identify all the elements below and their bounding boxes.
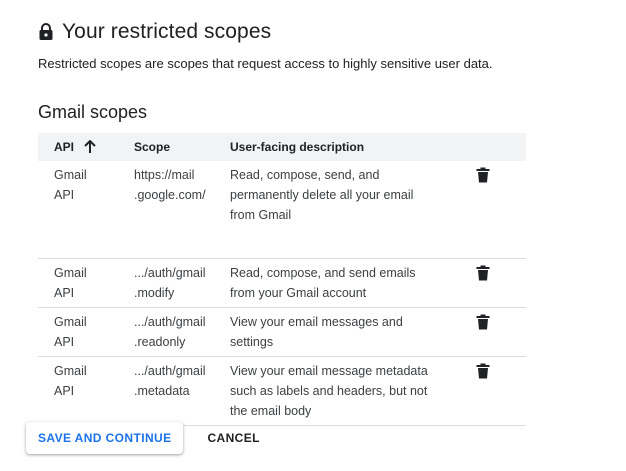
cell-description: Read, compose, send, and permanently del… [230, 161, 474, 258]
cell-scope: https://mail .google.com/ [118, 161, 230, 258]
cell-action [474, 357, 526, 425]
cell-api: Gmail API [38, 259, 118, 307]
cell-description-line: the email body [230, 404, 312, 418]
cell-description-line: View your email message metadata [230, 364, 428, 378]
cell-description-line: settings [230, 335, 274, 349]
trash-icon[interactable] [476, 167, 490, 183]
scopes-table: API Scope User-facing description Gmail … [38, 133, 526, 426]
cell-api-line: Gmail [54, 364, 87, 378]
cell-action [474, 308, 526, 356]
lock-icon [38, 23, 54, 41]
cell-scope-line: .metadata [134, 384, 190, 398]
column-header-api[interactable]: API [38, 140, 118, 154]
cell-scope: .../auth/gmail .metadata [118, 357, 230, 425]
page-subtitle: Restricted scopes are scopes that reques… [38, 56, 493, 71]
table-row: Gmail API .../auth/gmail .modify Read, c… [38, 259, 526, 308]
cell-api-line: API [54, 286, 75, 300]
column-header-api-label: API [54, 140, 75, 154]
form-actions: SAVE AND CONTINUE CANCEL [26, 422, 272, 454]
cell-description-line: permanently delete all your email [230, 188, 414, 202]
table-header: API Scope User-facing description [38, 133, 526, 161]
cell-description-line: such as labels and headers, but not [230, 384, 428, 398]
page-title: Your restricted scopes [62, 20, 272, 43]
cell-description-line: Read, compose, and send emails [230, 266, 416, 280]
cell-api-line: Gmail [54, 315, 87, 329]
cell-api-line: API [54, 384, 75, 398]
cell-scope-line: .google.com/ [134, 188, 206, 202]
table-row: Gmail API .../auth/gmail .metadata View … [38, 357, 526, 426]
cell-api-line: Gmail [54, 266, 87, 280]
table-row: Gmail API .../auth/gmail .readonly View … [38, 308, 526, 357]
cell-description: View your email messages and settings [230, 308, 474, 356]
cell-api: Gmail API [38, 161, 118, 258]
cell-api-line: API [54, 188, 75, 202]
table-row: Gmail API https://mail .google.com/ Read… [38, 161, 526, 259]
cancel-button[interactable]: CANCEL [195, 422, 271, 454]
cell-api-line: API [54, 335, 75, 349]
trash-icon[interactable] [476, 363, 490, 379]
cell-scope-line: .../auth/gmail [134, 364, 206, 378]
cell-description-line: from your Gmail account [230, 286, 367, 300]
cell-description: View your email message metadata such as… [230, 357, 474, 425]
save-and-continue-button[interactable]: SAVE AND CONTINUE [26, 422, 184, 454]
cell-scope-line: https://mail [134, 168, 195, 182]
cell-description-line: View your email messages and [230, 315, 403, 329]
column-header-scope: Scope [134, 140, 171, 154]
cell-api-line: Gmail [54, 168, 87, 182]
cell-scope: .../auth/gmail .modify [118, 259, 230, 307]
cell-scope-line: .modify [134, 286, 175, 300]
cell-scope-line: .../auth/gmail [134, 315, 206, 329]
trash-icon[interactable] [476, 265, 490, 281]
cell-action [474, 161, 526, 258]
cell-description: Read, compose, and send emails from your… [230, 259, 474, 307]
cell-scope: .../auth/gmail .readonly [118, 308, 230, 356]
title-row: Your restricted scopes [38, 18, 271, 46]
column-header-description: User-facing description [230, 140, 365, 154]
cell-description-line: Read, compose, send, and [230, 168, 380, 182]
cell-api: Gmail API [38, 308, 118, 356]
cell-scope-line: .../auth/gmail [134, 266, 206, 280]
cell-api: Gmail API [38, 357, 118, 425]
arrow-up-icon[interactable] [84, 140, 96, 154]
restricted-scopes-page: Your restricted scopes Restricted scopes… [0, 0, 626, 471]
trash-icon[interactable] [476, 314, 490, 330]
cell-description-line: from Gmail [230, 208, 292, 222]
cell-action [474, 259, 526, 307]
section-title: Gmail scopes [38, 102, 148, 122]
cell-scope-line: .readonly [134, 335, 186, 349]
